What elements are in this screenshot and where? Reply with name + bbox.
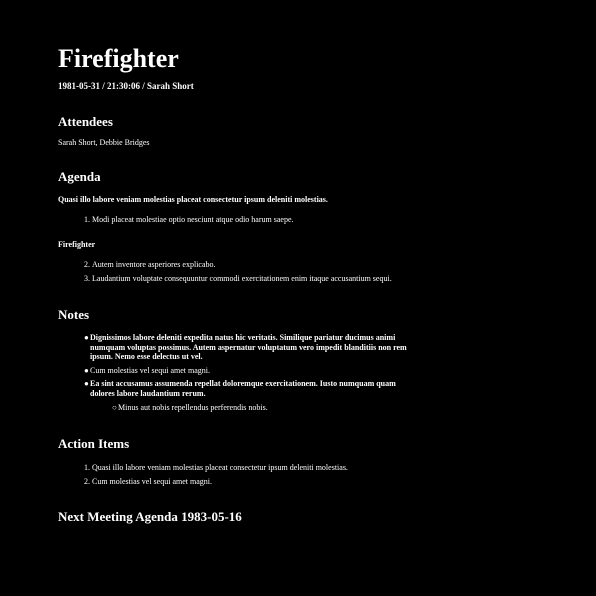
meeting-notes-document: Firefighter 1981-05-31 / 21:30:06 / Sara… bbox=[58, 40, 418, 527]
action-items-heading: Action Items bbox=[58, 435, 130, 451]
list-item: ● Ea sint accusamus assumenda repellat d… bbox=[58, 379, 418, 398]
list-item-number: 1. bbox=[84, 462, 90, 472]
list-item: 1. Modi placeat molestiae optio nesciunt… bbox=[58, 214, 418, 225]
list-item-text: Quasi illo labore veniam molestias place… bbox=[92, 462, 348, 472]
list-item: 2. Autem inventore asperiores explicabo. bbox=[58, 259, 418, 270]
notes-list: ● Dignissimos labore deleniti expedita n… bbox=[58, 333, 418, 398]
bullet-icon: ● bbox=[84, 365, 89, 375]
agenda-heading: Agenda bbox=[58, 169, 101, 184]
notes-sub-list: ○ Minus aut nobis repellendus perferendi… bbox=[58, 403, 418, 413]
list-item-text: Minus aut nobis repellendus perferendis … bbox=[118, 403, 268, 412]
list-item-number: 1. bbox=[84, 215, 90, 224]
document-title: Firefighter bbox=[58, 44, 179, 73]
list-item-text: Dignissimos labore deleniti expedita nat… bbox=[90, 333, 407, 361]
list-item-text: Ea sint accusamus assumenda repellat dol… bbox=[90, 379, 396, 398]
list-item-text: Cum molestias vel sequi amet magni. bbox=[90, 365, 210, 375]
agenda-subheading: Firefighter bbox=[58, 240, 96, 249]
attendees-list: Sarah Short, Debbie Bridges bbox=[58, 138, 150, 147]
list-item: 2. Cum molestias vel sequi amet magni. bbox=[58, 476, 418, 487]
agenda-list-a: 1. Modi placeat molestiae optio nesciunt… bbox=[58, 214, 418, 225]
list-item: ● Dignissimos labore deleniti expedita n… bbox=[58, 333, 418, 362]
notes-heading: Notes bbox=[58, 307, 90, 322]
list-item: ● Cum molestias vel sequi amet magni. bbox=[58, 366, 418, 376]
attendees-heading: Attendees bbox=[58, 114, 113, 129]
list-item: ○ Minus aut nobis repellendus perferendi… bbox=[58, 403, 418, 413]
list-item-text: Cum molestias vel sequi amet magni. bbox=[92, 476, 212, 486]
bullet-icon: ● bbox=[84, 379, 89, 388]
list-item: 3. Laudantium voluptate consequuntur com… bbox=[58, 273, 418, 284]
list-item-number: 3. bbox=[84, 274, 90, 283]
list-item-number: 2. bbox=[84, 476, 90, 486]
hollow-bullet-icon: ○ bbox=[112, 403, 117, 412]
list-item-text: Modi placeat molestiae optio nesciunt at… bbox=[92, 215, 294, 224]
list-item-text: Laudantium voluptate consequuntur commod… bbox=[92, 274, 392, 283]
list-item: 1. Quasi illo labore veniam molestias pl… bbox=[58, 462, 418, 473]
document-meta: 1981-05-31 / 21:30:06 / Sarah Short bbox=[58, 81, 194, 91]
agenda-intro: Quasi illo labore veniam molestias place… bbox=[58, 195, 328, 204]
action-items-list: 1. Quasi illo labore veniam molestias pl… bbox=[58, 462, 418, 487]
next-meeting-heading: Next Meeting Agenda 1983-05-16 bbox=[58, 508, 242, 524]
bullet-icon: ● bbox=[84, 333, 89, 342]
list-item-text: Autem inventore asperiores explicabo. bbox=[92, 260, 216, 269]
list-item-number: 2. bbox=[84, 260, 90, 269]
agenda-list-b: 2. Autem inventore asperiores explicabo.… bbox=[58, 259, 418, 284]
